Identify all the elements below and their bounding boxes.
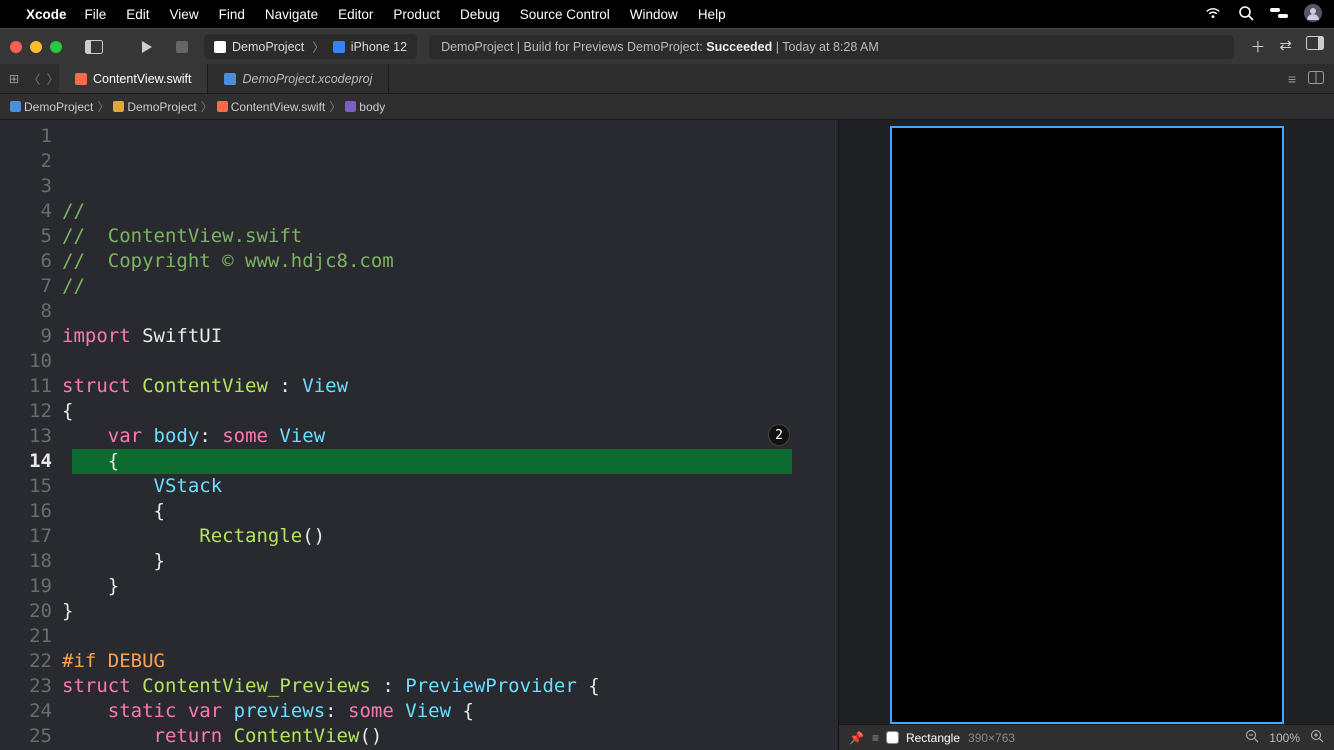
scheme-project: DemoProject: [232, 40, 304, 54]
minimize-window-button[interactable]: [30, 41, 42, 53]
adjust-editor-button[interactable]: [1308, 71, 1324, 87]
project-icon: [10, 101, 21, 112]
pin-preview-button[interactable]: 📌: [849, 731, 864, 745]
zoom-level[interactable]: 100%: [1269, 731, 1300, 745]
folder-icon: [113, 101, 124, 112]
traffic-lights: [10, 41, 62, 53]
back-button[interactable]: 〈: [28, 69, 41, 88]
minimap-scrollbar[interactable]: [822, 120, 838, 750]
user-avatar-icon[interactable]: [1304, 4, 1322, 25]
crumb-1[interactable]: DemoProject: [113, 100, 196, 114]
scheme-device: iPhone 12: [351, 40, 407, 54]
menu-source-control[interactable]: Source Control: [520, 7, 610, 22]
code-area[interactable]: //// ContentView.swift// Copyright © www…: [62, 120, 822, 750]
xcodeproj-icon: [224, 73, 236, 85]
tab-bar: ⊞ 〈 〉 ContentView.swift DemoProject.xcod…: [0, 64, 1334, 94]
library-button[interactable]: ⇄: [1279, 36, 1292, 57]
preview-element-name: Rectangle: [906, 731, 960, 745]
editor-options-button[interactable]: ≡: [1288, 71, 1296, 87]
window-toolbar: DemoProject 〉 iPhone 12 DemoProject | Bu…: [0, 28, 1334, 64]
crumb-3[interactable]: body: [345, 100, 385, 114]
menu-debug[interactable]: Debug: [460, 7, 500, 22]
canvas-body[interactable]: [839, 120, 1334, 724]
fullscreen-window-button[interactable]: [50, 41, 62, 53]
menu-help[interactable]: Help: [698, 7, 726, 22]
scheme-selector[interactable]: DemoProject 〉 iPhone 12: [204, 34, 417, 59]
menu-find[interactable]: Find: [219, 7, 245, 22]
activity-prefix: DemoProject | Build for Previews DemoPro…: [441, 40, 706, 54]
wifi-icon[interactable]: [1204, 6, 1222, 23]
zoom-in-button[interactable]: [1310, 729, 1324, 746]
app-name[interactable]: Xcode: [26, 7, 67, 22]
canvas-settings-button[interactable]: ≡: [872, 731, 879, 745]
macos-menubar: Xcode File Edit View Find Navigate Edito…: [0, 0, 1334, 28]
crumb-0[interactable]: DemoProject: [10, 100, 93, 114]
jump-bar[interactable]: DemoProject 〉 DemoProject 〉 ContentView.…: [0, 94, 1334, 120]
preview-canvas: 📌 ≡ Rectangle 390×763 100%: [838, 120, 1334, 750]
tab-project[interactable]: DemoProject.xcodeproj: [208, 64, 389, 93]
menu-edit[interactable]: Edit: [126, 7, 149, 22]
swift-file-icon: [75, 73, 87, 85]
spotlight-icon[interactable]: [1238, 5, 1254, 24]
run-button[interactable]: [132, 35, 160, 59]
swift-file-icon: [217, 101, 228, 112]
device-icon: [333, 41, 345, 53]
menu-product[interactable]: Product: [393, 7, 440, 22]
activity-suffix: | Today at 8:28 AM: [772, 40, 879, 54]
close-window-button[interactable]: [10, 41, 22, 53]
preview-device[interactable]: [890, 126, 1284, 724]
app-target-icon: [214, 41, 226, 53]
zoom-out-button[interactable]: [1245, 729, 1259, 746]
control-center-icon[interactable]: [1270, 6, 1288, 22]
main-split: 1234567891011121314151617181920212223242…: [0, 120, 1334, 750]
add-button[interactable]: ＋: [1250, 36, 1265, 57]
related-items-button[interactable]: ⊞: [0, 71, 28, 86]
property-icon: [345, 101, 356, 112]
menu-view[interactable]: View: [170, 7, 199, 22]
preview-size: 390×763: [968, 731, 1015, 745]
menu-file[interactable]: File: [85, 7, 107, 22]
line-number-gutter: 1234567891011121314151617181920212223242…: [0, 120, 62, 750]
source-editor[interactable]: 1234567891011121314151617181920212223242…: [0, 120, 838, 750]
activity-view[interactable]: DemoProject | Build for Previews DemoPro…: [429, 35, 1234, 59]
toggle-inspector-button[interactable]: [1306, 36, 1324, 57]
tab-label-0: ContentView.swift: [93, 72, 191, 86]
preview-element-icon: [887, 732, 898, 743]
stop-button[interactable]: [168, 35, 196, 59]
tab-contentview[interactable]: ContentView.swift: [59, 64, 208, 93]
activity-status: Succeeded: [706, 40, 772, 54]
chevron-right-icon: 〉: [312, 37, 325, 56]
toggle-navigator-button[interactable]: [80, 35, 108, 59]
menu-navigate[interactable]: Navigate: [265, 7, 318, 22]
canvas-toolbar: 📌 ≡ Rectangle 390×763 100%: [839, 724, 1334, 750]
menu-window[interactable]: Window: [630, 7, 678, 22]
forward-button[interactable]: 〉: [47, 69, 60, 88]
menu-editor[interactable]: Editor: [338, 7, 373, 22]
tab-label-1: DemoProject.xcodeproj: [242, 72, 372, 86]
crumb-2[interactable]: ContentView.swift: [217, 100, 326, 114]
